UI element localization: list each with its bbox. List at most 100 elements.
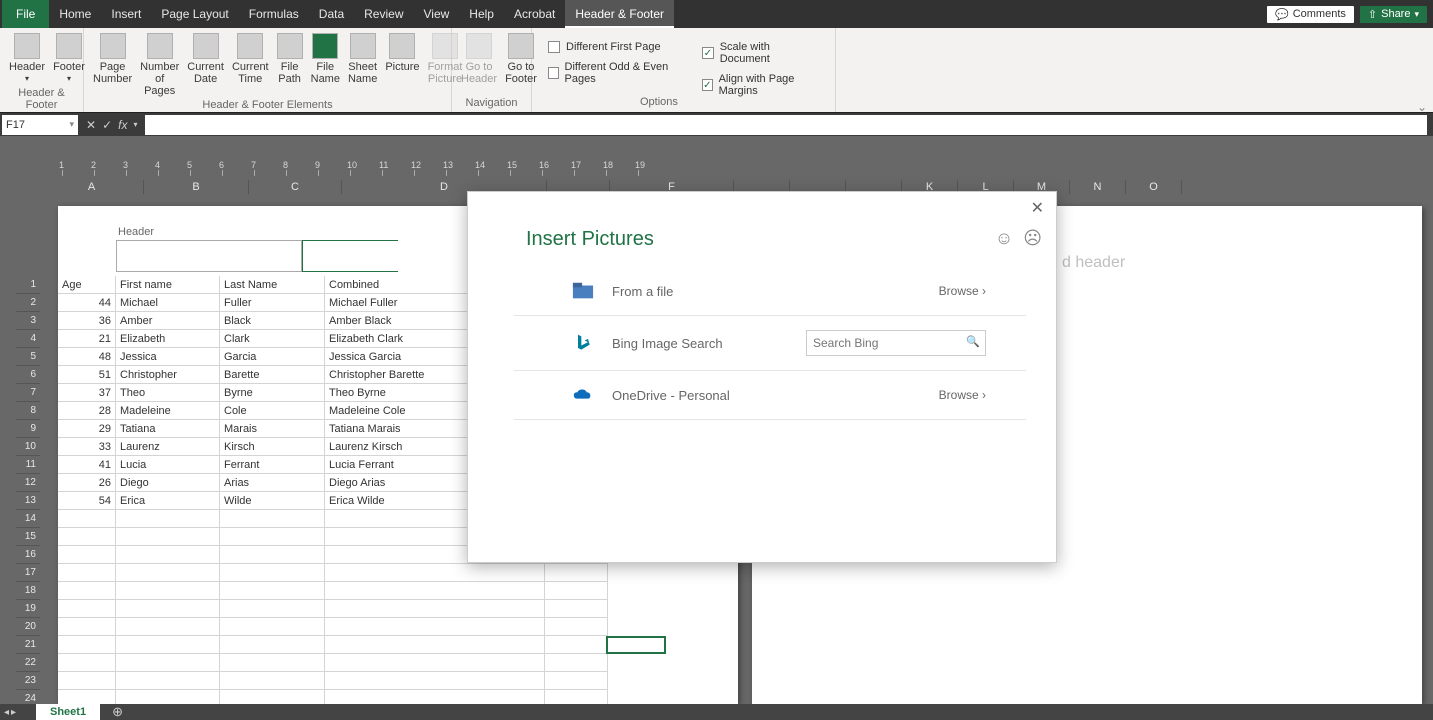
name-box[interactable]: F17▾	[2, 115, 78, 135]
data-cell[interactable]: Laurenz	[116, 438, 220, 456]
empty-cell[interactable]	[325, 564, 545, 582]
empty-cell[interactable]	[116, 618, 220, 636]
feedback-happy-icon[interactable]: ☺	[995, 228, 1013, 249]
data-cell[interactable]: Arias	[220, 474, 325, 492]
menu-help[interactable]: Help	[459, 0, 504, 28]
current-date-button[interactable]: Current Date	[184, 31, 227, 87]
empty-cell[interactable]	[116, 582, 220, 600]
empty-cell[interactable]	[58, 564, 116, 582]
sheet-name-button[interactable]: Sheet Name	[345, 31, 380, 87]
empty-cell[interactable]	[545, 618, 608, 636]
data-cell[interactable]: Barette	[220, 366, 325, 384]
prev-sheet-icon[interactable]: ◂	[4, 707, 9, 718]
data-cell[interactable]: Madeleine	[116, 402, 220, 420]
data-cell[interactable]: Elizabeth	[116, 330, 220, 348]
empty-cell[interactable]	[116, 510, 220, 528]
empty-cell[interactable]	[220, 528, 325, 546]
from-file-option[interactable]: From a file Browse ›	[514, 267, 1026, 316]
empty-cell[interactable]	[545, 672, 608, 690]
data-cell[interactable]: 48	[58, 348, 116, 366]
empty-cell[interactable]	[325, 582, 545, 600]
data-cell[interactable]: Christopher	[116, 366, 220, 384]
menu-header-footer[interactable]: Header & Footer	[565, 0, 674, 28]
scale-with-document-checkbox[interactable]: ✓Scale with Document	[702, 41, 819, 65]
header-cell[interactable]: Last Name	[220, 276, 325, 294]
empty-cell[interactable]	[116, 528, 220, 546]
header-left-section[interactable]	[116, 240, 302, 272]
row-header[interactable]: 19	[16, 600, 40, 618]
menu-home[interactable]: Home	[49, 0, 101, 28]
menu-file[interactable]: File	[2, 0, 49, 28]
empty-cell[interactable]	[116, 546, 220, 564]
row-header[interactable]: 14	[16, 510, 40, 528]
current-time-button[interactable]: Current Time	[229, 31, 272, 87]
collapse-ribbon-icon[interactable]: ⌄	[1417, 100, 1427, 114]
row-header[interactable]: 9	[16, 420, 40, 438]
menu-acrobat[interactable]: Acrobat	[504, 0, 565, 28]
empty-cell[interactable]	[58, 510, 116, 528]
row-header[interactable]: 21	[16, 636, 40, 654]
accept-formula-icon[interactable]: ✓	[102, 118, 112, 132]
empty-cell[interactable]	[545, 582, 608, 600]
row-header[interactable]: 5	[16, 348, 40, 366]
empty-cell[interactable]	[58, 546, 116, 564]
empty-cell[interactable]	[220, 636, 325, 654]
empty-cell[interactable]	[116, 672, 220, 690]
page-number-button[interactable]: Page Number	[90, 31, 135, 87]
align-page-margins-checkbox[interactable]: ✓Align with Page Margins	[702, 73, 819, 97]
row-header[interactable]: 3	[16, 312, 40, 330]
empty-cell[interactable]	[325, 672, 545, 690]
row-header[interactable]: 10	[16, 438, 40, 456]
empty-cell[interactable]	[58, 600, 116, 618]
empty-cell[interactable]	[325, 600, 545, 618]
bing-search-input[interactable]	[806, 330, 986, 356]
empty-cell[interactable]	[58, 618, 116, 636]
data-cell[interactable]: Jessica	[116, 348, 220, 366]
data-cell[interactable]: Garcia	[220, 348, 325, 366]
empty-cell[interactable]	[220, 618, 325, 636]
empty-cell[interactable]	[220, 600, 325, 618]
data-cell[interactable]: Wilde	[220, 492, 325, 510]
data-cell[interactable]: Diego	[116, 474, 220, 492]
sheet-tab[interactable]: Sheet1	[36, 704, 100, 720]
data-cell[interactable]: 21	[58, 330, 116, 348]
file-path-button[interactable]: File Path	[274, 31, 306, 87]
data-cell[interactable]: Lucia	[116, 456, 220, 474]
menu-view[interactable]: View	[414, 0, 460, 28]
row-header[interactable]: 12	[16, 474, 40, 492]
data-cell[interactable]: Marais	[220, 420, 325, 438]
empty-cell[interactable]	[116, 636, 220, 654]
row-header[interactable]: 11	[16, 456, 40, 474]
empty-cell[interactable]	[220, 672, 325, 690]
data-cell[interactable]: 29	[58, 420, 116, 438]
formula-input[interactable]	[145, 115, 1427, 135]
data-cell[interactable]: 51	[58, 366, 116, 384]
row-header[interactable]: 22	[16, 654, 40, 672]
empty-cell[interactable]	[58, 654, 116, 672]
different-odd-even-checkbox[interactable]: Different Odd & Even Pages	[548, 61, 682, 85]
row-header[interactable]: 13	[16, 492, 40, 510]
comments-button[interactable]: 💬Comments	[1267, 6, 1354, 23]
empty-cell[interactable]	[58, 528, 116, 546]
data-cell[interactable]: 28	[58, 402, 116, 420]
row-header[interactable]: 17	[16, 564, 40, 582]
column-header[interactable]: N	[1070, 180, 1126, 194]
menu-data[interactable]: Data	[309, 0, 354, 28]
menu-page-layout[interactable]: Page Layout	[151, 0, 238, 28]
active-cell[interactable]	[606, 636, 666, 654]
data-cell[interactable]: Black	[220, 312, 325, 330]
column-header[interactable]: O	[1126, 180, 1182, 194]
column-header[interactable]: A	[40, 180, 144, 194]
empty-cell[interactable]	[116, 654, 220, 672]
data-cell[interactable]: 33	[58, 438, 116, 456]
row-header[interactable]: 16	[16, 546, 40, 564]
empty-cell[interactable]	[58, 582, 116, 600]
different-first-page-checkbox[interactable]: Different First Page	[548, 41, 682, 53]
empty-cell[interactable]	[220, 654, 325, 672]
empty-cell[interactable]	[545, 600, 608, 618]
empty-cell[interactable]	[325, 654, 545, 672]
data-cell[interactable]: Tatiana	[116, 420, 220, 438]
data-cell[interactable]: 26	[58, 474, 116, 492]
row-header[interactable]: 20	[16, 618, 40, 636]
feedback-sad-icon[interactable]: ☹	[1023, 228, 1042, 249]
